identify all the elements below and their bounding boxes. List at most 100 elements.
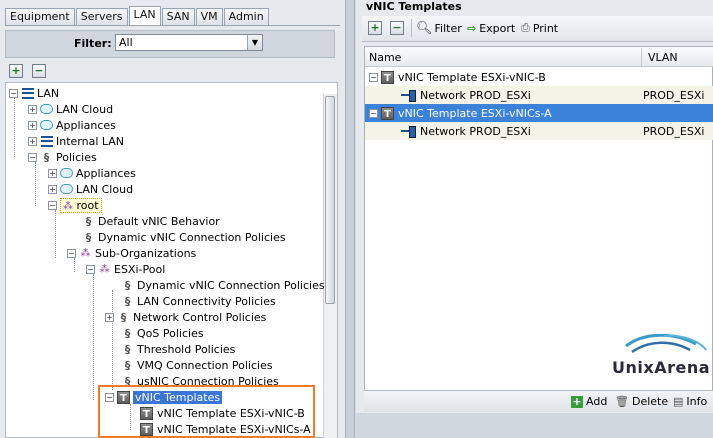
template-icon: T (381, 70, 394, 84)
collapse-icon[interactable]: − (28, 152, 37, 162)
tab-divider (5, 25, 340, 26)
expand-icon[interactable]: + (28, 120, 37, 130)
collapse-all-button[interactable]: − (390, 21, 404, 35)
tree-node-vmq[interactable]: § VMQ Connection Policies (121, 357, 273, 373)
tree-node-network-control[interactable]: + § Network Control Policies (105, 309, 266, 325)
collapse-icon[interactable]: − (369, 72, 378, 82)
delete-button-label: Delete (631, 395, 669, 408)
column-header-vlan[interactable]: VLAN (648, 51, 678, 64)
tree-label: Sub-Organizations (95, 246, 197, 260)
tree-node-sub-organizations[interactable]: − ⁂ Sub-Organizations (67, 245, 196, 261)
tree-label: Appliances (76, 166, 136, 180)
panel-splitter[interactable] (345, 0, 355, 438)
policy-icon: § (124, 278, 131, 292)
filter-button-label: Filter (434, 21, 462, 35)
cloud-icon (40, 103, 53, 116)
row-name: vNIC Template ESXi-vNIC-B (398, 70, 546, 84)
magnifier-icon: 🔍︎ (416, 20, 433, 36)
policy-icon: § (120, 310, 127, 324)
chevron-down-icon[interactable]: ▼ (247, 35, 262, 50)
scrollbar-thumb[interactable] (325, 96, 335, 304)
cloud-icon (60, 183, 73, 196)
column-header-name[interactable]: Name (369, 51, 401, 64)
tree-label: QoS Policies (137, 326, 204, 340)
tab-vm[interactable]: VM (195, 8, 223, 25)
table-row[interactable]: Network PROD_ESXi PROD_ESXi (365, 122, 713, 140)
expand-all-button[interactable]: + (9, 64, 23, 78)
filter-button[interactable]: 🔍︎ Filter (416, 19, 462, 37)
tab-lan[interactable]: LAN (128, 6, 161, 25)
tree-label: Threshold Policies (137, 342, 236, 356)
toolbar-separator (411, 19, 412, 37)
tree-label: Policies (56, 150, 97, 164)
row-vlan: PROD_ESXi (643, 124, 705, 138)
status-strip (356, 413, 713, 438)
tree-node-pool-dynamic-vnic[interactable]: § Dynamic vNIC Connection Policies (121, 277, 325, 293)
highlight-box (98, 385, 315, 438)
filter-label: Filter: (74, 37, 112, 50)
tree-node-lan[interactable]: − LAN (9, 85, 59, 101)
collapse-icon[interactable]: − (86, 264, 95, 274)
tree-node-qos[interactable]: § QoS Policies (121, 325, 204, 341)
tab-equipment[interactable]: Equipment (5, 8, 75, 25)
collapse-icon[interactable]: − (67, 248, 76, 258)
expand-all-button[interactable]: + (368, 21, 382, 35)
tree-node-policy-lan-cloud[interactable]: + LAN Cloud (48, 181, 133, 197)
tree-node-policy-appliances[interactable]: + Appliances (48, 165, 136, 181)
tree-node-appliances[interactable]: + Appliances (28, 117, 116, 133)
tree-node-default-vnic-behavior[interactable]: § Default vNIC Behavior (82, 213, 220, 229)
tree-label: Internal LAN (56, 134, 125, 148)
network-icon (401, 90, 417, 102)
tree-label: ESXi-Pool (114, 262, 166, 276)
column-separator[interactable] (641, 48, 642, 66)
organization-icon: ⁂ (99, 263, 110, 275)
tree-node-lan-cloud[interactable]: + LAN Cloud (28, 101, 113, 117)
export-button[interactable]: ⇨ Export (467, 19, 515, 37)
collapse-icon[interactable]: − (48, 200, 57, 210)
info-button[interactable]: ▤ Info (673, 395, 707, 408)
collapse-icon[interactable]: − (369, 108, 378, 118)
collapse-icon[interactable]: − (9, 88, 18, 98)
tab-admin[interactable]: Admin (223, 8, 269, 25)
expand-icon[interactable]: + (48, 168, 57, 178)
organization-icon: ⁂ (63, 200, 73, 212)
collapse-all-button[interactable]: − (32, 64, 46, 78)
row-name: vNIC Template ESXi-vNICs-A (398, 106, 552, 120)
tree-node-lan-connectivity[interactable]: § LAN Connectivity Policies (121, 293, 276, 309)
tree-node-policies[interactable]: − § Policies (28, 149, 97, 165)
expand-icon[interactable]: + (105, 312, 114, 322)
tree-label: Dynamic vNIC Connection Policies (137, 278, 325, 292)
lan-icon (21, 87, 34, 100)
table-row[interactable]: − T vNIC Template ESXi-vNIC-B (365, 68, 713, 86)
tree-node-root[interactable]: − ⁂ root (48, 197, 102, 213)
tree-node-esxi-pool[interactable]: − ⁂ ESXi-Pool (86, 261, 165, 277)
tab-servers[interactable]: Servers (75, 8, 128, 25)
add-button[interactable]: + Add (571, 395, 607, 408)
lan-icon (40, 135, 53, 148)
export-arrow-icon: ⇨ (467, 21, 477, 35)
tree-label: root (76, 198, 99, 212)
delete-button[interactable]: 🗑︎ Delete (615, 395, 668, 408)
tree-node-dynamic-vnic-policies[interactable]: § Dynamic vNIC Connection Policies (82, 229, 286, 245)
tree-node-threshold[interactable]: § Threshold Policies (121, 341, 236, 357)
logo-text: UnixArena (612, 358, 710, 377)
expand-icon[interactable]: + (48, 184, 57, 194)
policy-icon: § (85, 214, 92, 228)
printer-icon: ⎙ (521, 21, 530, 34)
expand-icon[interactable]: + (28, 104, 37, 114)
cloud-icon (40, 119, 53, 132)
tree-label: Appliances (56, 118, 116, 132)
tree-label: LAN Connectivity Policies (137, 294, 276, 308)
print-button[interactable]: ⎙ Print (521, 19, 558, 37)
table-row[interactable]: − T vNIC Template ESXi-vNICs-A (365, 104, 713, 122)
tab-san[interactable]: SAN (161, 8, 195, 25)
tree-label: LAN Cloud (76, 182, 134, 196)
policy-icon: § (124, 294, 131, 308)
tree-node-internal-lan[interactable]: + Internal LAN (28, 133, 124, 149)
table-row[interactable]: Network PROD_ESXi PROD_ESXi (365, 86, 713, 104)
filter-select[interactable]: All ▼ (115, 34, 263, 51)
policy-icon: § (124, 342, 131, 356)
policy-icon: § (43, 150, 50, 164)
tree-label: LAN Cloud (56, 102, 114, 116)
expand-icon[interactable]: + (28, 136, 37, 146)
